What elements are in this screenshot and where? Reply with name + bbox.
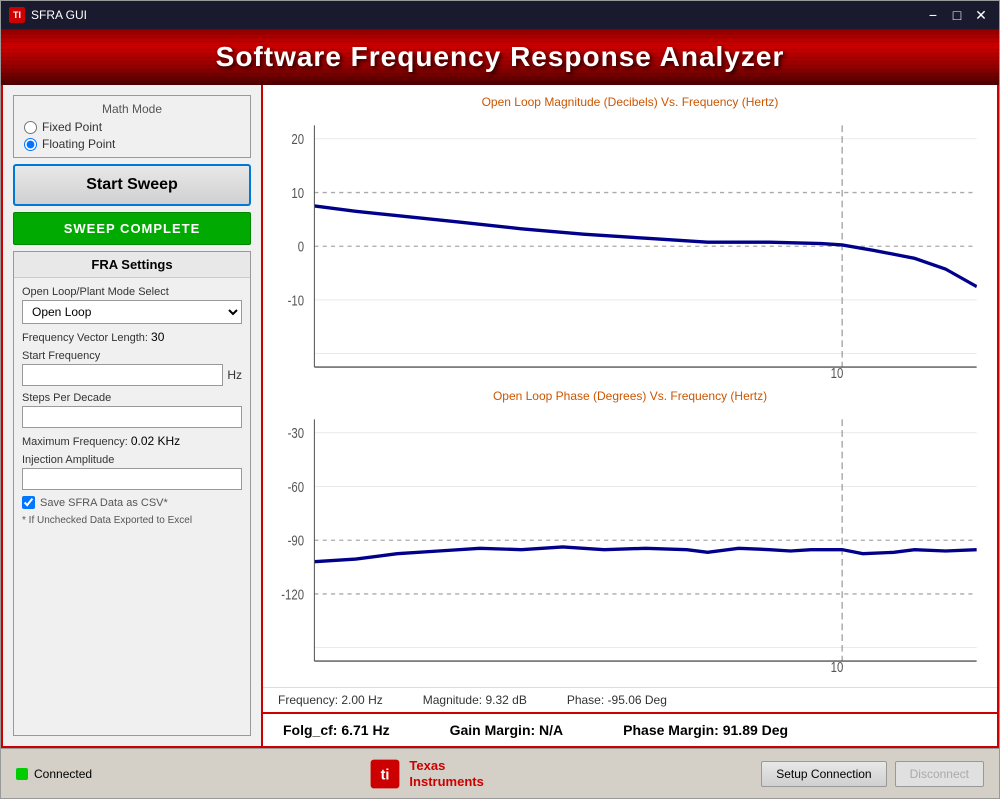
start-freq-label: Start Frequency bbox=[22, 350, 242, 362]
fixed-point-label: Fixed Point bbox=[42, 120, 102, 134]
save-csv-label: Save SFRA Data as CSV* bbox=[40, 497, 168, 509]
ti-logo-text: Texas Instruments bbox=[409, 758, 483, 789]
magnitude-chart-svg: 20 10 0 -10 10 bbox=[273, 112, 987, 381]
maximize-button[interactable]: □ bbox=[947, 5, 967, 25]
metrics-bar: Folg_cf: 6.71 Hz Gain Margin: N/A Phase … bbox=[263, 712, 997, 746]
main-content: Math Mode Fixed Point Floating Point Sta… bbox=[1, 85, 999, 748]
fixed-point-option[interactable]: Fixed Point bbox=[24, 120, 240, 134]
minimize-button[interactable]: − bbox=[923, 5, 943, 25]
start-freq-inline: 2.0000 Hz bbox=[22, 364, 242, 386]
freq-vector-value: 30 bbox=[151, 330, 164, 344]
window-controls: − □ ✕ bbox=[923, 5, 991, 25]
app-title: Software Frequency Response Analyzer bbox=[21, 41, 979, 73]
footer-left: Connected bbox=[16, 767, 92, 781]
fra-settings-box: FRA Settings Open Loop/Plant Mode Select… bbox=[13, 251, 251, 736]
frequency-value: 2.00 Hz bbox=[341, 693, 382, 707]
start-sweep-button[interactable]: Start Sweep bbox=[13, 164, 251, 206]
magnitude-label: Magnitude: bbox=[423, 693, 486, 707]
ti-line1: Texas bbox=[409, 758, 483, 774]
frequency-info: Frequency: 2.00 Hz bbox=[278, 693, 383, 707]
ti-logo-svg: ti bbox=[369, 758, 401, 790]
phase-chart-title: Open Loop Phase (Degrees) Vs. Frequency … bbox=[273, 389, 987, 403]
title-bar: TI SFRA GUI − □ ✕ bbox=[1, 1, 999, 29]
phase-label: Phase: bbox=[567, 693, 608, 707]
footer-right: Setup Connection Disconnect bbox=[761, 761, 984, 787]
status-label: Connected bbox=[34, 767, 92, 781]
svg-text:-90: -90 bbox=[288, 532, 304, 549]
svg-text:20: 20 bbox=[291, 131, 304, 148]
freq-vector-row: Frequency Vector Length: 30 bbox=[22, 330, 242, 344]
charts-area: Open Loop Magnitude (Decibels) Vs. Frequ… bbox=[263, 85, 997, 687]
gain-margin-metric: Gain Margin: N/A bbox=[450, 722, 564, 738]
svg-text:-60: -60 bbox=[288, 478, 304, 495]
right-panel: Open Loop Magnitude (Decibels) Vs. Frequ… bbox=[263, 85, 997, 746]
phase-info: Phase: -95.06 Deg bbox=[567, 693, 667, 707]
fra-settings-content: Open Loop/Plant Mode Select Open Loop Fr… bbox=[14, 278, 250, 534]
disconnect-button[interactable]: Disconnect bbox=[895, 761, 984, 787]
fixed-point-radio[interactable] bbox=[24, 121, 37, 134]
max-freq-value: 0.02 KHz bbox=[131, 434, 180, 448]
floating-point-radio[interactable] bbox=[24, 138, 37, 151]
ti-logo: ti Texas Instruments bbox=[369, 758, 483, 790]
floating-point-option[interactable]: Floating Point bbox=[24, 137, 240, 151]
status-dot-green bbox=[16, 768, 28, 780]
magnitude-info: Magnitude: 9.32 dB bbox=[423, 693, 527, 707]
main-window: TI SFRA GUI − □ ✕ Software Frequency Res… bbox=[0, 0, 1000, 799]
steps-group: Steps Per Decade 30 bbox=[22, 392, 242, 428]
fra-settings-title: FRA Settings bbox=[14, 252, 250, 278]
svg-text:-120: -120 bbox=[281, 585, 304, 602]
header-banner: Software Frequency Response Analyzer bbox=[1, 29, 999, 85]
mode-select[interactable]: Open Loop bbox=[22, 300, 242, 324]
ti-line2: Instruments bbox=[409, 774, 483, 790]
frequency-label: Frequency: bbox=[278, 693, 341, 707]
svg-text:0: 0 bbox=[298, 238, 304, 255]
connection-status: Connected bbox=[16, 767, 92, 781]
footer: Connected ti Texas Instruments Setup Con… bbox=[1, 748, 999, 798]
save-csv-checkbox[interactable] bbox=[22, 496, 35, 509]
svg-text:-30: -30 bbox=[288, 424, 304, 441]
math-mode-title: Math Mode bbox=[24, 102, 240, 116]
sweep-complete-indicator: SWEEP COMPLETE bbox=[13, 212, 251, 245]
start-freq-unit: Hz bbox=[227, 368, 242, 382]
injection-input[interactable]: .0030 bbox=[22, 468, 242, 490]
folg-metric: Folg_cf: 6.71 Hz bbox=[283, 722, 390, 738]
start-freq-input[interactable]: 2.0000 bbox=[22, 364, 223, 386]
save-note: * If Unchecked Data Exported to Excel bbox=[22, 515, 242, 526]
chart-info-bar: Frequency: 2.00 Hz Magnitude: 9.32 dB Ph… bbox=[263, 687, 997, 712]
math-mode-box: Math Mode Fixed Point Floating Point bbox=[13, 95, 251, 158]
max-freq-row: Maximum Frequency: 0.02 KHz bbox=[22, 434, 242, 448]
window-title: SFRA GUI bbox=[31, 8, 923, 22]
magnitude-chart-container: Open Loop Magnitude (Decibels) Vs. Frequ… bbox=[273, 95, 987, 384]
floating-point-label: Floating Point bbox=[42, 137, 115, 151]
mode-select-group: Open Loop/Plant Mode Select Open Loop bbox=[22, 286, 242, 324]
svg-text:10: 10 bbox=[291, 184, 304, 201]
magnitude-chart-title: Open Loop Magnitude (Decibels) Vs. Frequ… bbox=[273, 95, 987, 109]
app-icon: TI bbox=[9, 7, 25, 23]
math-mode-radio-group: Fixed Point Floating Point bbox=[24, 120, 240, 151]
setup-connection-button[interactable]: Setup Connection bbox=[761, 761, 886, 787]
start-freq-group: Start Frequency 2.0000 Hz bbox=[22, 350, 242, 386]
save-checkbox-row[interactable]: Save SFRA Data as CSV* bbox=[22, 496, 242, 509]
injection-label: Injection Amplitude bbox=[22, 454, 242, 466]
phase-chart-container: Open Loop Phase (Degrees) Vs. Frequency … bbox=[273, 389, 987, 678]
phase-value: -95.06 Deg bbox=[608, 693, 667, 707]
freq-vector-label: Frequency Vector Length: bbox=[22, 332, 151, 344]
steps-input[interactable]: 30 bbox=[22, 406, 242, 428]
svg-text:-10: -10 bbox=[288, 292, 304, 309]
phase-margin-metric: Phase Margin: 91.89 Deg bbox=[623, 722, 788, 738]
svg-text:ti: ti bbox=[381, 767, 390, 783]
left-panel: Math Mode Fixed Point Floating Point Sta… bbox=[3, 85, 263, 746]
close-button[interactable]: ✕ bbox=[971, 5, 991, 25]
phase-chart-svg: -30 -60 -90 -120 10 bbox=[273, 406, 987, 675]
max-freq-label: Maximum Frequency: bbox=[22, 436, 131, 448]
magnitude-value: 9.32 dB bbox=[485, 693, 526, 707]
mode-select-label: Open Loop/Plant Mode Select bbox=[22, 286, 242, 298]
injection-group: Injection Amplitude .0030 bbox=[22, 454, 242, 490]
steps-label: Steps Per Decade bbox=[22, 392, 242, 404]
